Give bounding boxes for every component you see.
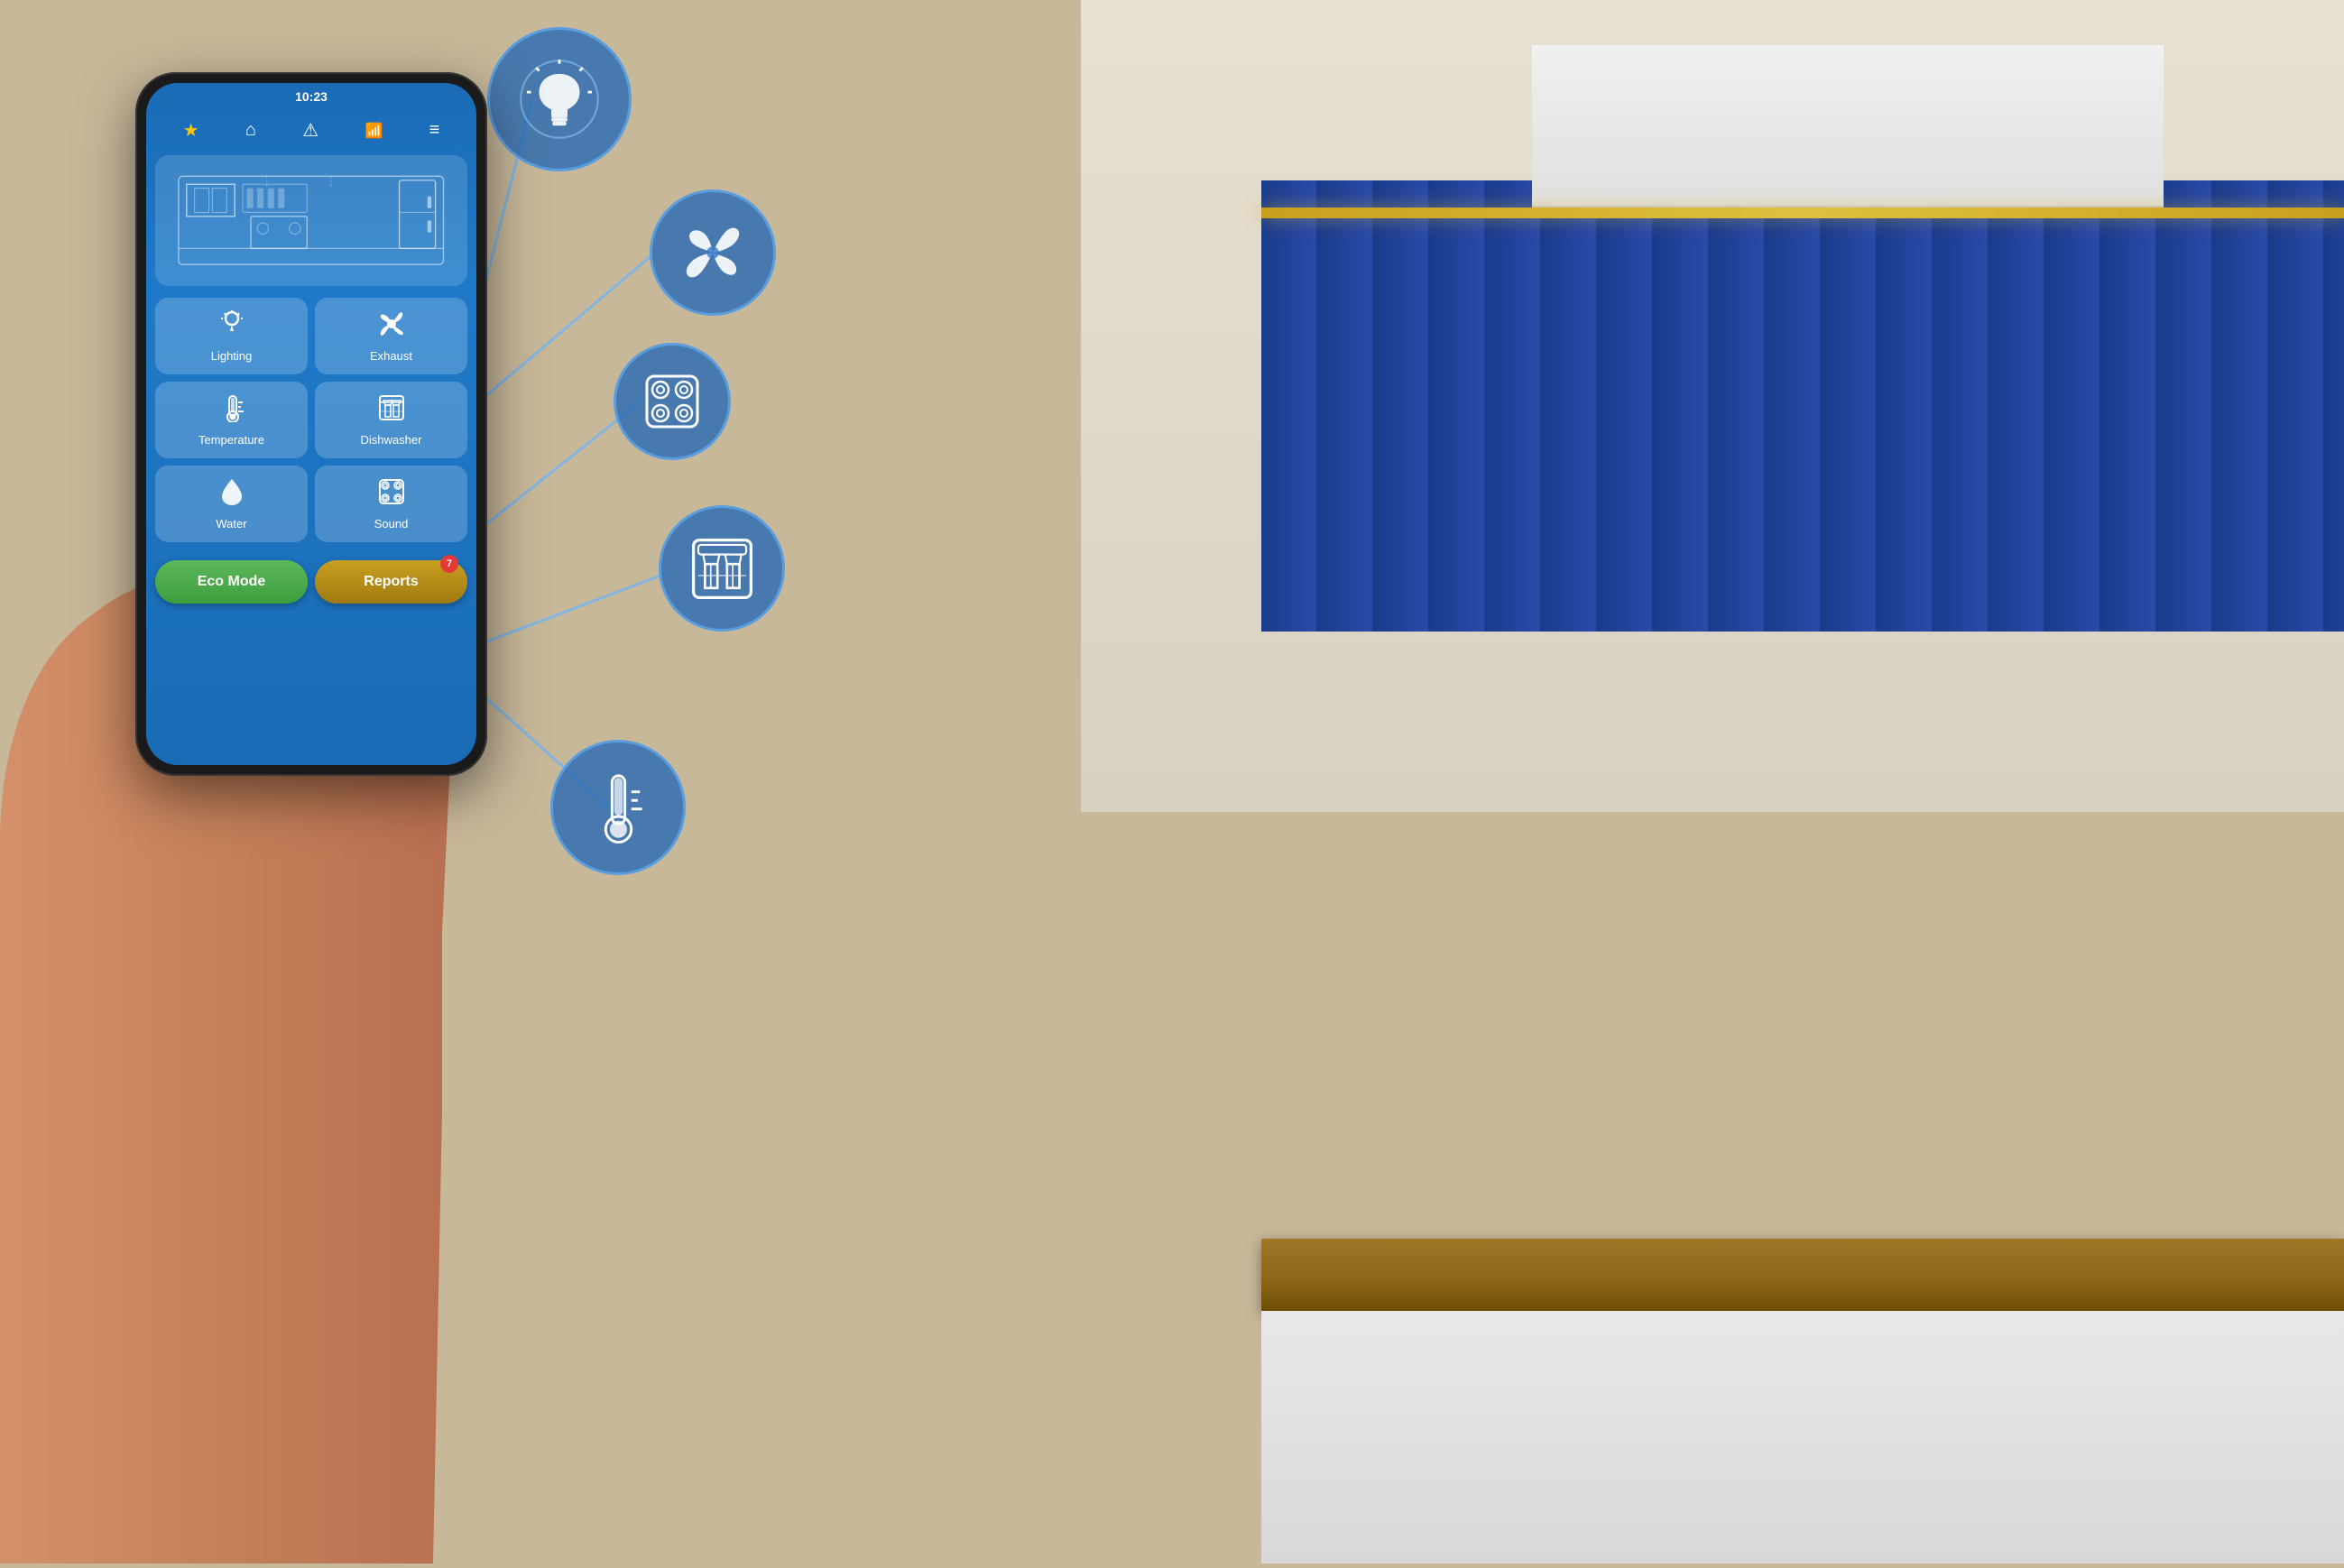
status-time: 10:23 bbox=[295, 89, 328, 104]
dishwasher-label: Dishwasher bbox=[361, 433, 422, 447]
kitchen-backsplash bbox=[1261, 180, 2344, 632]
temperature-icon bbox=[217, 393, 246, 429]
lighting-label: Lighting bbox=[211, 349, 253, 363]
exhaust-icon bbox=[377, 309, 406, 345]
floating-dishwasher-circle bbox=[659, 505, 785, 632]
reports-button-label: Reports bbox=[364, 574, 418, 589]
status-bar: 10:23 bbox=[146, 83, 476, 110]
room-illustration bbox=[155, 155, 467, 286]
navigation-bar[interactable]: ★ ⌂ ⚠ 📶 ≡ bbox=[146, 110, 476, 151]
under-cabinet-light bbox=[1261, 208, 2344, 218]
floating-light-circle bbox=[487, 27, 632, 171]
upper-cabinets bbox=[1532, 45, 2164, 208]
eco-mode-button[interactable]: Eco Mode bbox=[155, 560, 308, 604]
bottom-buttons: Eco Mode Reports 7 bbox=[146, 553, 476, 611]
water-label: Water bbox=[216, 517, 246, 530]
reports-button[interactable]: Reports 7 bbox=[315, 560, 467, 604]
sound-icon bbox=[377, 477, 406, 512]
lighting-icon bbox=[217, 309, 246, 345]
tile-lighting[interactable]: Lighting bbox=[155, 298, 308, 374]
tile-exhaust[interactable]: Exhaust bbox=[315, 298, 467, 374]
nav-alerts-icon[interactable]: ⚠ bbox=[302, 119, 318, 142]
thermometer-circle-icon bbox=[576, 765, 661, 851]
sound-label: Sound bbox=[374, 517, 409, 530]
reports-badge: 7 bbox=[440, 555, 458, 573]
temperature-label: Temperature bbox=[198, 433, 264, 447]
tile-sound[interactable]: Sound bbox=[315, 466, 467, 542]
water-icon bbox=[219, 477, 245, 512]
floating-thermometer-circle bbox=[550, 740, 686, 875]
nav-favorites-icon[interactable]: ★ bbox=[183, 119, 199, 142]
room-svg bbox=[171, 161, 451, 280]
phone-body: 10:23 ★ ⌂ ⚠ 📶 ≡ bbox=[135, 72, 487, 776]
dishwasher-icon bbox=[377, 393, 406, 429]
phone-screen: 10:23 ★ ⌂ ⚠ 📶 ≡ bbox=[146, 83, 476, 765]
floating-stove-circle bbox=[614, 343, 731, 460]
nav-menu-icon[interactable]: ≡ bbox=[429, 120, 440, 141]
lower-cabinets bbox=[1261, 1311, 2344, 1563]
phone-device: 10:23 ★ ⌂ ⚠ 📶 ≡ bbox=[135, 72, 487, 1480]
lightbulb-circle-icon bbox=[519, 59, 600, 140]
floating-fan-circle bbox=[650, 189, 776, 316]
tiles-grid: Lighting Exhaust bbox=[146, 291, 476, 549]
exhaust-label: Exhaust bbox=[370, 349, 412, 363]
countertop bbox=[1261, 1239, 2344, 1311]
dishwasher-circle-icon bbox=[684, 530, 761, 607]
nav-home-icon[interactable]: ⌂ bbox=[245, 120, 256, 141]
nav-wifi-icon[interactable]: 📶 bbox=[365, 122, 383, 140]
stove-circle-icon bbox=[636, 365, 708, 438]
tile-dishwasher[interactable]: Dishwasher bbox=[315, 382, 467, 458]
fan-circle-icon bbox=[672, 212, 753, 293]
tile-temperature[interactable]: Temperature bbox=[155, 382, 308, 458]
tile-water[interactable]: Water bbox=[155, 466, 308, 542]
